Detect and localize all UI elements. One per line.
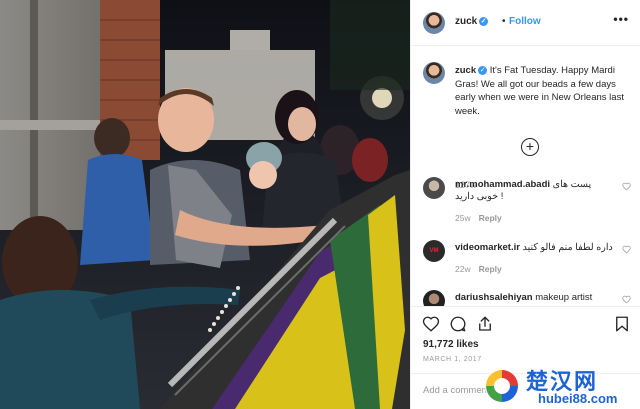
heart-icon[interactable] [622, 182, 631, 191]
post-side-panel: zuck ✓ • Follow ••• zuck ✓ It's Fat Tuesda… [410, 0, 640, 409]
comment-body: داره لطفا منم فالو کنید [522, 242, 613, 253]
commenter-username[interactable]: videomarket.ir [455, 242, 520, 253]
comment-text: videomarket.ir داره لطفا منم فالو کنید [455, 242, 615, 254]
heart-icon[interactable] [622, 245, 631, 254]
heart-icon[interactable] [422, 315, 440, 333]
comment-time[interactable]: 22w [455, 264, 471, 274]
comment-item: dariushsalehiyan makeup artist [411, 288, 640, 306]
comment-time[interactable]: 25w [455, 213, 471, 223]
avatar[interactable] [423, 12, 445, 34]
commenter-username[interactable]: dariushsalehiyan [455, 292, 533, 303]
commenter-username[interactable]: mr.mohammad.abadi [455, 179, 550, 190]
comment-meta: 25w Reply [455, 213, 502, 223]
comment-text: mr.mohammad.abadi پست های خوبی دارید ! [455, 179, 615, 203]
caption-username[interactable]: zuck [455, 65, 476, 76]
comment-meta: 22w Reply [455, 264, 502, 274]
commenter-avatar[interactable] [423, 177, 445, 199]
likes-count[interactable]: 91,772 likes [423, 339, 479, 350]
comment-item: mr.mohammad.abadi پست های خوبی دارید ! 2… [411, 175, 640, 223]
mardi-gras-parade-photo [0, 0, 410, 409]
post-header: zuck ✓ • Follow ••• [411, 0, 640, 46]
verified-badge-icon: ✓ [478, 65, 488, 75]
share-icon[interactable] [476, 315, 494, 333]
watermark-logo-icon [485, 369, 519, 403]
verified-badge-icon: ✓ [479, 16, 489, 26]
comment-text: dariushsalehiyan makeup artist [455, 292, 615, 304]
post-date: MARCH 1, 2017 [423, 356, 482, 363]
commenter-avatar[interactable] [423, 290, 445, 306]
post-photo [0, 0, 410, 409]
caption-text: zuck ✓ It's Fat Tuesday. Happy Mardi Gras… [455, 64, 635, 118]
site-watermark: 楚汉网 hubei88.com [480, 362, 640, 409]
comment-item: VM videomarket.ir داره لطفا منم فالو کنی… [411, 238, 640, 278]
commenter-avatar[interactable]: VM [423, 240, 445, 262]
comment-icon[interactable] [449, 315, 467, 333]
bookmark-icon[interactable] [613, 315, 631, 333]
caption-avatar[interactable] [423, 62, 445, 84]
reply-button[interactable]: Reply [479, 264, 502, 274]
plus-circle-icon[interactable]: + [521, 138, 539, 156]
watermark-domain-text: hubei88.com [538, 391, 618, 406]
header-username[interactable]: zuck ✓ [455, 16, 489, 27]
username-text[interactable]: zuck [455, 16, 477, 27]
follow-button[interactable]: Follow [509, 16, 541, 27]
heart-icon[interactable] [622, 295, 631, 304]
reply-button[interactable]: Reply [479, 213, 502, 223]
comment-body: makeup artist [535, 292, 593, 303]
separator-dot: • [502, 16, 506, 27]
woman-face [288, 107, 316, 141]
more-options-icon[interactable]: ••• [613, 12, 629, 26]
